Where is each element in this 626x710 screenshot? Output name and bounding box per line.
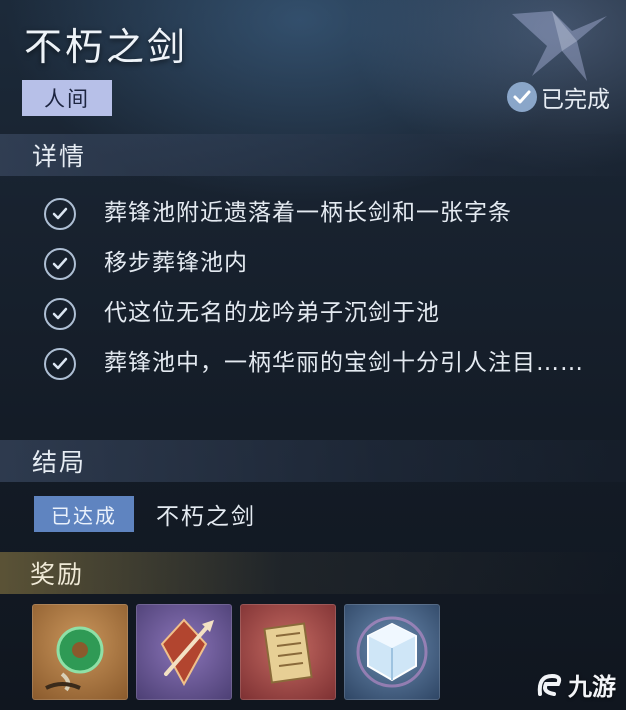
ice-cube-icon [356, 616, 428, 688]
task-check-icon [44, 248, 76, 280]
task-item: 移步葬锋池内 [44, 246, 614, 286]
task-check-icon [44, 198, 76, 230]
reward-items [32, 604, 440, 700]
task-check-icon [44, 348, 76, 380]
rewards-header: 奖励 [0, 552, 626, 594]
reward-item[interactable] [344, 604, 440, 700]
reward-item[interactable] [240, 604, 336, 700]
ending-name: 不朽之剑 [156, 504, 256, 530]
blade-emblem-icon [160, 618, 214, 687]
task-check-icon [44, 298, 76, 330]
task-item: 代这位无名的龙吟弟子沉剑于池 [44, 296, 614, 336]
ending-row: 已达成 不朽之剑 [34, 496, 256, 532]
scroll-note-icon [263, 622, 313, 684]
crest-decoration-icon [512, 11, 607, 81]
reward-item[interactable] [136, 604, 232, 700]
achieved-badge: 已达成 [34, 496, 134, 532]
reward-item[interactable] [32, 604, 128, 700]
completion-status: 已完成 [507, 80, 610, 114]
ending-header-label: 结局 [32, 448, 87, 477]
task-text: 移步葬锋池内 [104, 250, 248, 276]
watermark: 九游 [532, 667, 616, 702]
jade-pendant-icon [45, 626, 104, 692]
completed-check-icon [507, 82, 537, 112]
task-text: 葬锋池中，一柄华丽的宝剑十分引人注目…… [104, 350, 584, 376]
ending-header: 结局 [0, 440, 626, 482]
details-header-label: 详情 [32, 142, 87, 171]
task-text: 葬锋池附近遗落着一柄长剑和一张字条 [104, 200, 512, 226]
details-header: 详情 [0, 134, 626, 176]
status-label: 已完成 [541, 87, 610, 113]
watermark-logo-icon [537, 673, 562, 696]
task-text: 代这位无名的龙吟弟子沉剑于池 [104, 300, 440, 326]
realm-tag: 人间 [22, 80, 112, 116]
quest-title: 不朽之剑 [24, 25, 189, 69]
rewards-header-label: 奖励 [30, 560, 85, 589]
task-item: 葬锋池中，一柄华丽的宝剑十分引人注目…… [44, 346, 614, 386]
task-item: 葬锋池附近遗落着一柄长剑和一张字条 [44, 196, 614, 236]
watermark-text: 九游 [568, 673, 616, 701]
